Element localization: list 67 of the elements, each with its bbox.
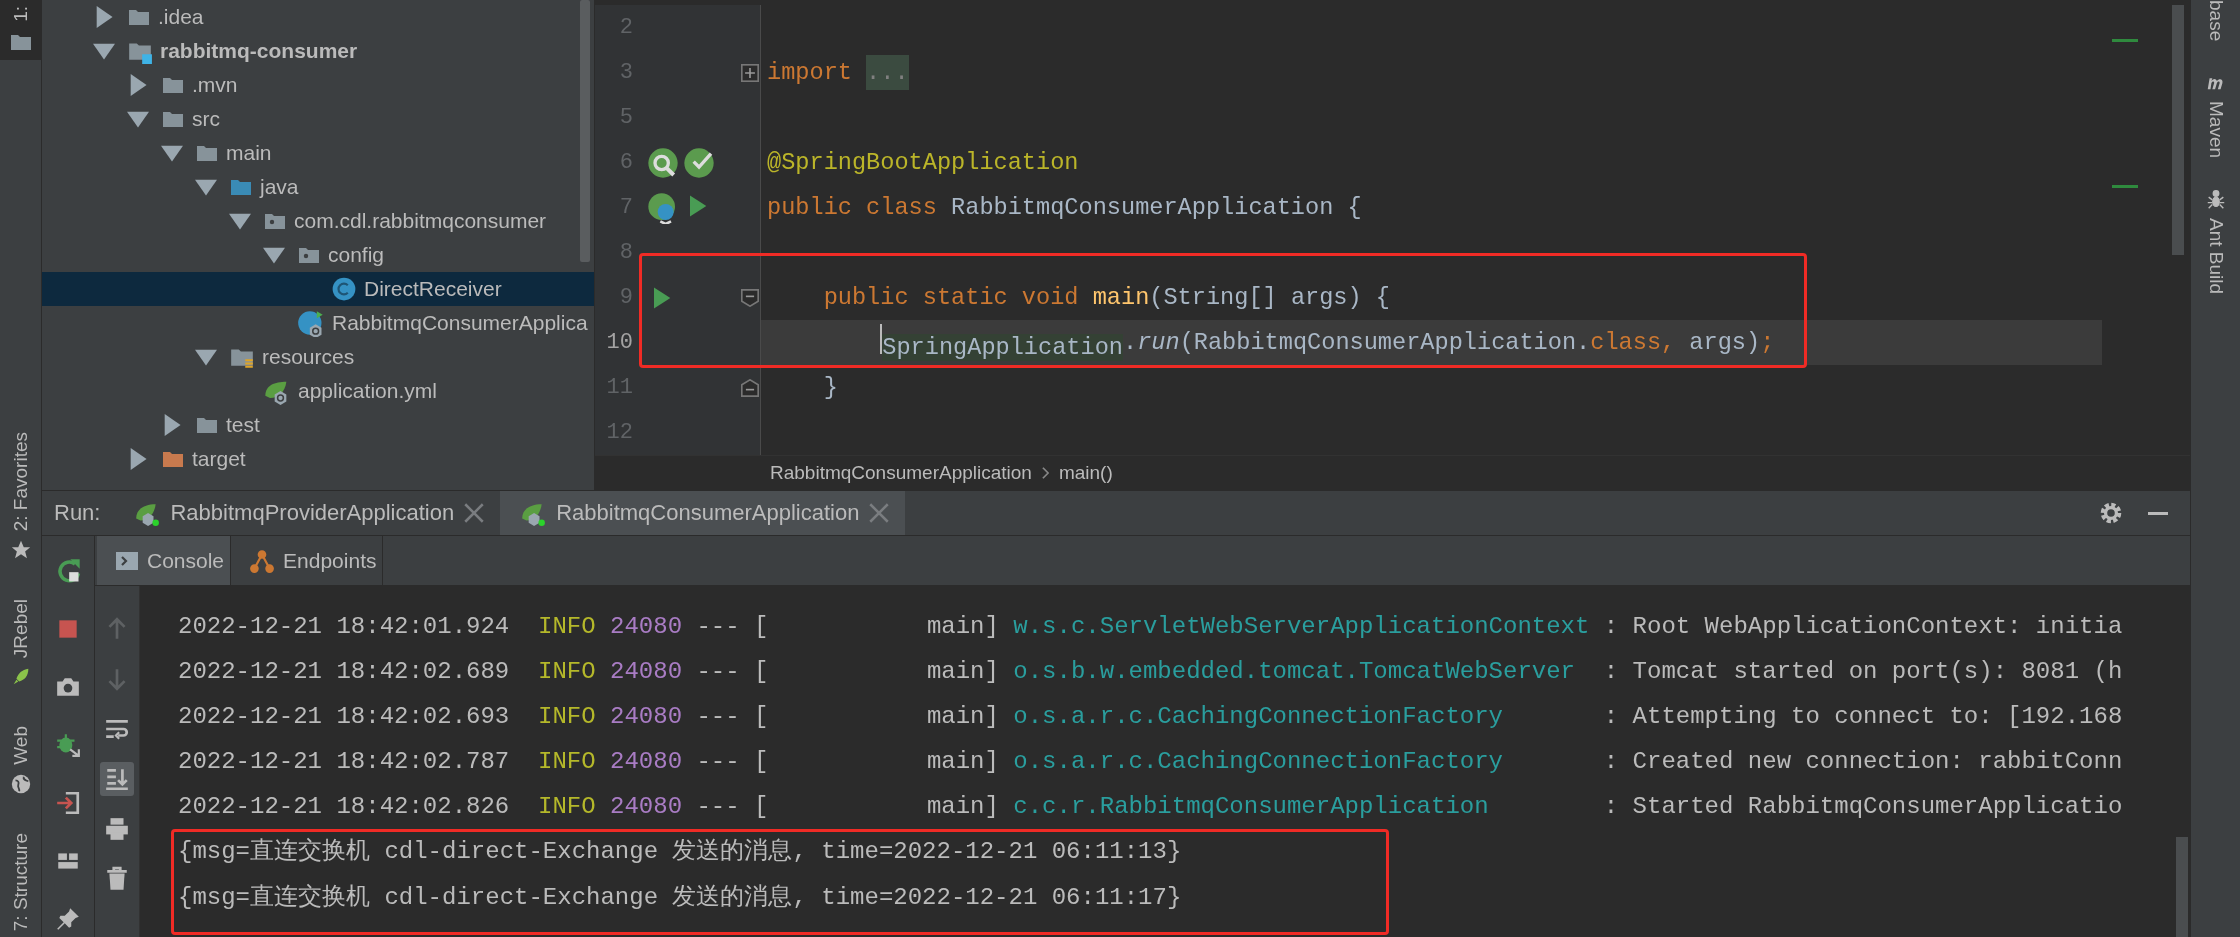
spring-class-icon [297, 309, 325, 337]
tree-item[interactable]: .mvn [42, 68, 594, 102]
close-icon[interactable] [464, 503, 485, 523]
tree-item[interactable]: .idea [42, 0, 594, 34]
tree-item[interactable]: DirectReceiver [42, 272, 594, 306]
output-line: {msg=直连交换机 cdl-direct-Exchange 发送的消息, time=2022-12-21 06:11:17} [178, 883, 1183, 913]
bean-check-icon[interactable] [683, 146, 715, 179]
scroll-to-end-icon [104, 766, 130, 792]
scrollbar[interactable] [2176, 837, 2188, 937]
code-line: public class RabbitmqConsumerApplication { [766, 193, 1363, 223]
code-line: import ... [761, 50, 2102, 95]
tree-item[interactable]: resources [42, 340, 594, 374]
tree-item[interactable]: java [42, 170, 594, 204]
class-icon [331, 276, 357, 302]
tool-window-tab[interactable]: base [2204, 0, 2227, 42]
tree-item[interactable]: target [42, 442, 594, 476]
fold-expand-icon[interactable] [741, 63, 759, 82]
tool-window-tab[interactable]: JRebel [0, 592, 41, 695]
code-line: @SpringBootApplication [766, 148, 1080, 178]
breadcrumb[interactable]: RabbitmqConsumerApplication [770, 462, 1032, 484]
fold-collapse-icon[interactable] [741, 288, 759, 307]
tree-item[interactable]: RabbitmqConsumerApplica [42, 306, 594, 340]
bean-search-icon[interactable] [647, 146, 679, 179]
console-tab[interactable]: Console [97, 536, 232, 585]
bug-icon [55, 732, 81, 758]
tool-window-tab[interactable]: Ant Build [2204, 188, 2227, 295]
run-tab[interactable]: RabbitmqConsumerApplication [500, 491, 906, 535]
console-tab[interactable]: Endpoints [231, 536, 384, 585]
tree-item[interactable]: config [42, 238, 594, 272]
toolbar-button[interactable] [100, 762, 134, 796]
tree-item[interactable]: application.yml [42, 374, 594, 408]
exit-icon [55, 790, 81, 816]
endpoints-icon [249, 547, 276, 574]
fold-end-icon[interactable] [741, 378, 759, 397]
tool-window-tab[interactable]: Web [0, 720, 41, 801]
change-marker [2112, 185, 2138, 188]
pin-icon [55, 906, 81, 932]
tree-item[interactable]: test [42, 408, 594, 442]
breadcrumb[interactable]: main() [1058, 462, 1113, 484]
scrollbar[interactable] [580, 0, 590, 262]
trash-icon [104, 866, 130, 892]
line-number: 10 [606, 330, 633, 355]
tool-window-tab[interactable]: 7: Structure [0, 826, 41, 937]
tree-item[interactable]: rabbitmq-consumer [42, 34, 594, 68]
scrollbar[interactable] [2172, 5, 2184, 255]
log-line: 2022-12-21 18:42:02.689 INFO 24080 --- [ main] o.s.b.w.embedded.tomcat.TomcatWebServer : Tomcat started on port(s): 8081 (h [178, 657, 2124, 687]
code-line: public static void main(String[] args) { [822, 283, 1391, 313]
log-line: 2022-12-21 18:42:01.924 INFO 24080 --- [ main] w.s.c.ServletWebServerApplicationContext : Root WebApplicationContext: initia [178, 612, 2124, 642]
output-line: {msg=直连交换机 cdl-direct-Exchange 发送的消息, time=2022-12-21 06:11:13} [178, 837, 1183, 867]
log-line: 2022-12-21 18:42:02.826 INFO 24080 --- [ main] c.c.r.RabbitmqConsumerApplication : Started RabbitmqConsumerApplicatio [178, 792, 2124, 822]
tree-item[interactable]: com.cdl.rabbitmqconsumer [42, 204, 594, 238]
log-line: 2022-12-21 18:42:02.787 INFO 24080 --- [ main] o.s.a.r.c.CachingConnectionFactory : Created new connection: rabbitConn [178, 747, 2124, 777]
tool-window-tab[interactable]: 2: Favorites [0, 425, 41, 567]
code-line: } [822, 373, 839, 403]
run-tab[interactable]: RabbitmqProviderApplication [114, 491, 501, 535]
tool-window-tab[interactable]: 1: [0, 0, 41, 60]
tool-window-tab[interactable]: Maven [2204, 71, 2227, 159]
run-label: Run: [53, 499, 102, 527]
chevron-icon [1041, 466, 1049, 480]
settings-icon[interactable] [2098, 500, 2124, 526]
tree-item[interactable]: main [42, 136, 594, 170]
globe-icon [9, 772, 32, 795]
minimize-icon[interactable] [2148, 511, 2168, 515]
log-line: 2022-12-21 18:42:02.693 INFO 24080 --- [ main] o.s.a.r.c.CachingConnectionFactory : Attempting to connect to: [192.168 [178, 702, 2124, 732]
print-icon [104, 816, 130, 842]
change-marker [2112, 39, 2138, 42]
tree-item[interactable]: src [42, 102, 594, 136]
